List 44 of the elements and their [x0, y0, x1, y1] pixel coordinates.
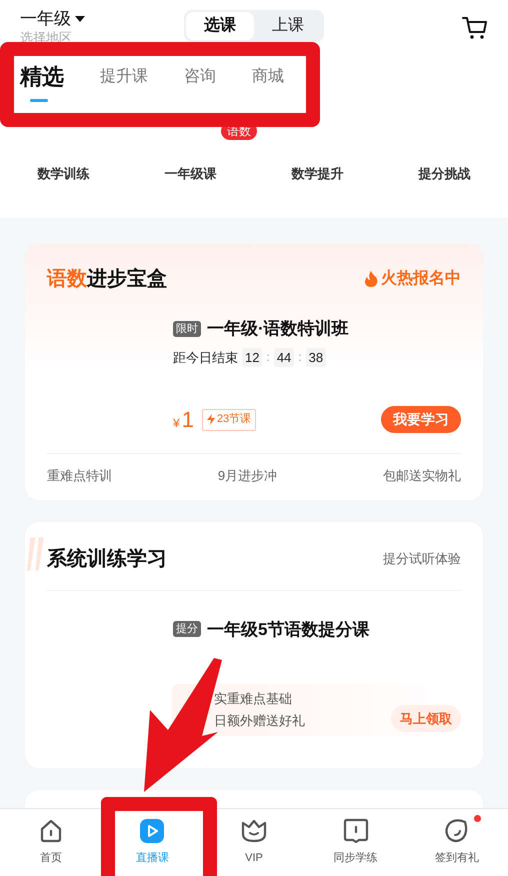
- category-link[interactable]: 数学训练: [0, 164, 127, 184]
- play-icon: [139, 818, 166, 844]
- category-link[interactable]: 提分挑战: [381, 164, 508, 184]
- category-tab[interactable]: 咨询: [184, 62, 216, 92]
- countdown-separator: :: [298, 349, 302, 366]
- card-subtitle: 提分试听体验: [383, 550, 461, 568]
- segment-tab[interactable]: 选课: [186, 12, 254, 40]
- category-tab[interactable]: 商城: [252, 62, 284, 92]
- cart-icon[interactable]: [462, 16, 488, 40]
- category-tab[interactable]: 提升课: [100, 62, 148, 92]
- score-tag: 提分: [173, 621, 201, 638]
- countdown-digits: 44: [274, 348, 294, 367]
- flame-icon: [364, 271, 378, 287]
- nav-tab[interactable]: VIP: [203, 809, 305, 876]
- price: ¥1: [173, 406, 194, 434]
- countdown-digits: 38: [306, 348, 326, 367]
- nav-tab[interactable]: 签到有礼: [406, 809, 508, 876]
- segment-tab[interactable]: 上课: [254, 12, 322, 40]
- nav-tab[interactable]: 同步学练: [304, 809, 406, 876]
- feature-label: 包邮送实物礼: [382, 467, 461, 485]
- promo-text: 日额外赠送好礼: [214, 712, 305, 730]
- crown-icon: [240, 818, 268, 844]
- countdown-digits: 12: [242, 348, 262, 367]
- feature-label: 重难点特训: [47, 467, 112, 485]
- promo-text: 实重难点基础: [214, 690, 293, 708]
- countdown-separator: :: [266, 349, 270, 366]
- countdown-label: 距今日结束: [173, 348, 238, 366]
- lessons-tag: 23节课: [202, 408, 256, 430]
- course-title: 一年级·语数特训班: [207, 318, 349, 340]
- book-icon: [342, 818, 370, 844]
- nav-tab[interactable]: 首页: [0, 809, 102, 876]
- course-title: 一年级5节语数提分课: [207, 618, 370, 640]
- tab-underline: [30, 99, 48, 102]
- caret-icon: [75, 16, 85, 22]
- category-link[interactable]: 一年级课: [127, 164, 254, 184]
- feature-label: 9月进步冲: [218, 467, 278, 485]
- card-title: 系统训练学习: [47, 546, 167, 572]
- limited-tag: 限时: [173, 320, 201, 337]
- card-title: 语数进步宝盒: [47, 266, 167, 292]
- hot-label: 火热报名中: [381, 268, 461, 289]
- lightning-icon: [206, 414, 215, 425]
- category-tab[interactable]: 精选: [20, 62, 64, 92]
- grade-selector[interactable]: 一年级: [20, 8, 71, 30]
- category-link[interactable]: 数学提升: [254, 164, 381, 184]
